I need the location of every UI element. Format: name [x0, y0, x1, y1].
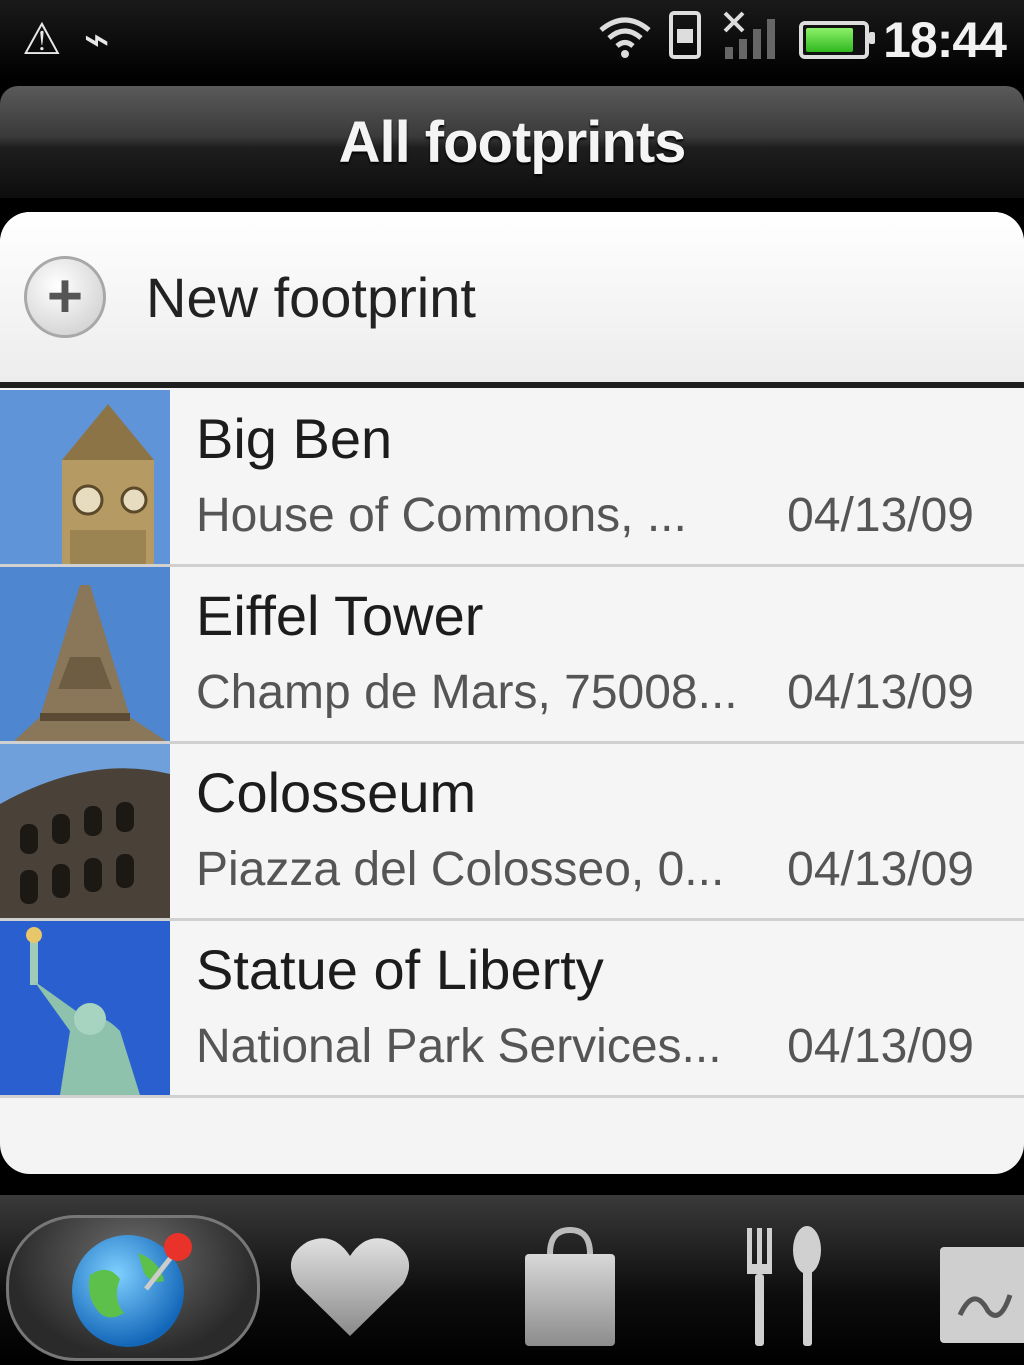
- item-date: 04/13/09: [787, 843, 974, 896]
- page-title: All footprints: [338, 109, 687, 175]
- statue-of-liberty-thumbnail: [0, 921, 170, 1095]
- item-address: Piazza del Colosseo, 0...: [196, 843, 725, 896]
- battery-level: [806, 28, 853, 52]
- item-date: 04/13/09: [787, 666, 974, 719]
- heart-icon: [290, 1238, 410, 1336]
- item-title: Big Ben: [196, 407, 393, 470]
- title-bar: All footprints: [0, 86, 1024, 198]
- item-title: Colosseum: [196, 761, 477, 824]
- shopping-bag-icon: [525, 1226, 615, 1346]
- tab-restaurants[interactable]: [710, 1215, 850, 1355]
- status-left-icons: ⚠ ⌁: [22, 8, 110, 72]
- tab-favorites[interactable]: [280, 1215, 420, 1355]
- globe-pin-icon: [72, 1233, 192, 1347]
- new-footprint-label: New footprint: [146, 265, 476, 329]
- battery-icon: [799, 21, 876, 59]
- clock: 18:44: [883, 12, 1007, 68]
- bottom-tab-bar: [0, 1195, 1024, 1365]
- status-bar: ⚠ ⌁ 18:44: [0, 0, 1024, 80]
- wifi-icon: [597, 12, 653, 68]
- colosseum-thumbnail: [0, 744, 170, 918]
- new-footprint-button[interactable]: + New footprint: [0, 212, 1024, 388]
- signal-icon: [721, 9, 785, 71]
- item-address: National Park Services...: [196, 1020, 722, 1073]
- tab-all-footprints[interactable]: [6, 1215, 260, 1361]
- tab-notes[interactable]: [930, 1215, 1024, 1355]
- item-address: Champ de Mars, 75008...: [196, 666, 738, 719]
- item-title: Statue of Liberty: [196, 938, 604, 1001]
- usb-icon: ⌁: [83, 14, 110, 65]
- item-title: Eiffel Tower: [196, 584, 484, 647]
- big-ben-thumbnail: [0, 390, 170, 564]
- list-item[interactable]: Eiffel Tower Champ de Mars, 75008... 04/…: [0, 567, 1024, 744]
- list-item[interactable]: Statue of Liberty National Park Services…: [0, 921, 1024, 1098]
- footprint-list-panel: + New footprint Big Ben House of Commons…: [0, 212, 1024, 1174]
- list-item[interactable]: Colosseum Piazza del Colosseo, 0... 04/1…: [0, 744, 1024, 921]
- eiffel-tower-thumbnail: [0, 567, 170, 741]
- list-item[interactable]: Big Ben House of Commons, ... 04/13/09: [0, 390, 1024, 567]
- footprint-list: Big Ben House of Commons, ... 04/13/09 E…: [0, 390, 1024, 1098]
- item-date: 04/13/09: [787, 1020, 974, 1073]
- status-right-icons: 18:44: [597, 8, 1007, 72]
- item-address: House of Commons, ...: [196, 489, 687, 542]
- sim-icon: [667, 9, 707, 71]
- notepad-icon: [940, 1247, 1024, 1343]
- warning-icon: ⚠: [22, 14, 62, 65]
- fork-spoon-icon: [747, 1226, 821, 1346]
- plus-icon: +: [24, 256, 106, 338]
- item-date: 04/13/09: [787, 489, 974, 542]
- tab-shopping[interactable]: [500, 1215, 640, 1355]
